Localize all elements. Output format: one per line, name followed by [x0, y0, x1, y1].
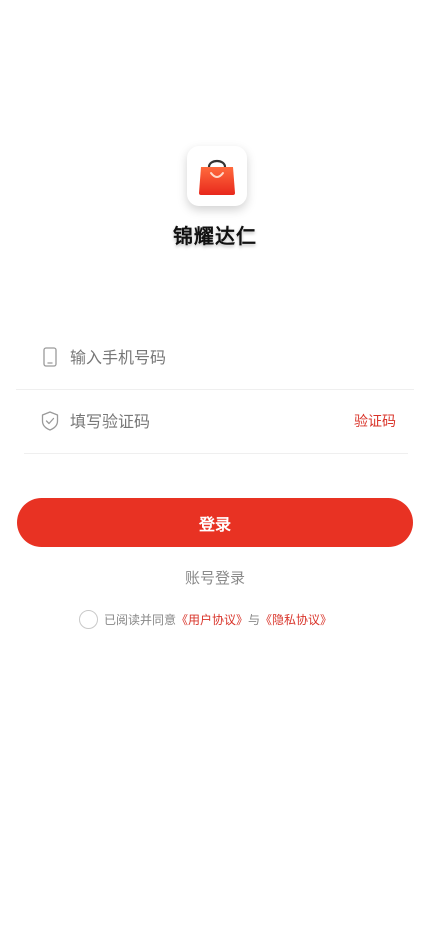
verification-code-row: 验证码 — [24, 389, 408, 454]
get-code-button[interactable]: 验证码 — [354, 411, 396, 431]
account-login-link[interactable]: 账号登录 — [0, 567, 430, 588]
phone-row — [16, 325, 414, 390]
phone-icon — [38, 345, 62, 369]
app-logo — [187, 146, 247, 206]
app-title: 锦耀达仁 — [173, 224, 257, 248]
user-agreement-link[interactable]: 《用户协议》 — [176, 611, 248, 628]
agreement-checkbox[interactable] — [79, 610, 98, 629]
login-button[interactable]: 登录 — [17, 498, 413, 547]
privacy-policy-link[interactable]: 《隐私协议》 — [260, 611, 332, 628]
shield-check-icon — [38, 409, 62, 433]
phone-input[interactable] — [68, 346, 414, 368]
agreement-prefix: 已阅读并同意 — [104, 613, 177, 627]
agreement-row: 已阅读并同意 《用户协议》 与 《隐私协议》 — [79, 610, 332, 629]
agreement-conjunction: 与 — [248, 613, 261, 627]
shopping-bag-icon — [199, 159, 235, 195]
verification-code-input[interactable] — [68, 410, 354, 432]
